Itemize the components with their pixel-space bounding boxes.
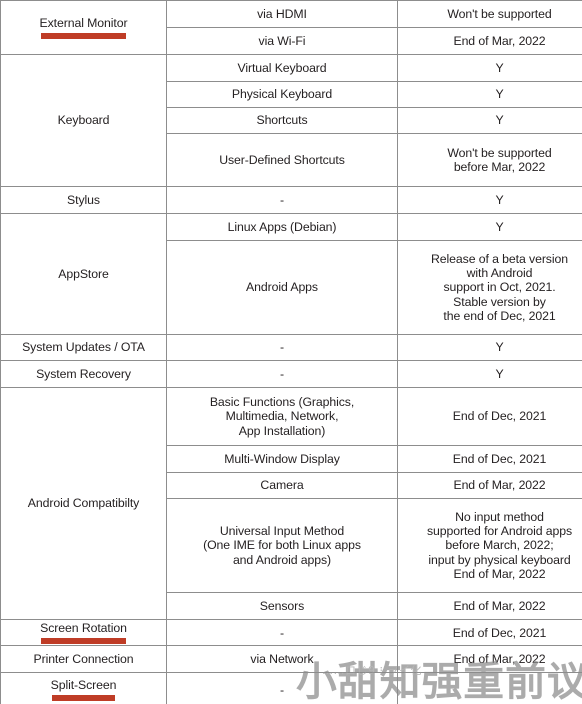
status-cell: End of Mar, 2022 — [397, 27, 582, 55]
sub-feature-cell: User-Defined Shortcuts — [166, 133, 398, 187]
table-row: External Monitor via HDMI Won't be support… — [0, 0, 582, 55]
highlight-underline — [41, 638, 126, 645]
feature-label-wrap: AppStore — [56, 267, 110, 281]
sub-feature-cell: - — [166, 186, 398, 214]
sub-feature-cell: via HDMI — [166, 0, 398, 28]
status-cell: Y — [397, 213, 582, 241]
table-row: System Updates / OTA - Y — [0, 334, 582, 361]
status-cell: No input method supported for Android app… — [397, 498, 582, 593]
table-row: Keyboard Virtual Keyboard Y — [0, 54, 582, 187]
status-cell: End of Mar, 2022 — [397, 645, 582, 674]
sub-feature-cell: Physical Keyboard — [166, 81, 398, 108]
status-cell: Y — [397, 334, 582, 361]
table-row: Stylus - Y — [0, 186, 582, 214]
feature-label-wrap: System Recovery — [34, 367, 133, 381]
feature-label: Keyboard — [57, 113, 110, 128]
sub-feature-cell: Sensors — [166, 592, 398, 620]
sub-feature-cell: Android Apps — [166, 240, 398, 335]
feature-cell: Android Compatibilty — [0, 387, 167, 620]
feature-label: Printer Connection — [33, 652, 134, 667]
table-row: AppStore Linux Apps (Debian) Y — [0, 213, 582, 335]
feature-cell: System Recovery — [0, 360, 167, 388]
feature-cell: System Updates / OTA — [0, 334, 167, 361]
sub-feature-cell: Linux Apps (Debian) — [166, 213, 398, 241]
sub-feature-cell: Basic Functions (Graphics, Multimedia, Ne… — [166, 387, 398, 446]
sub-feature-cell: - — [166, 334, 398, 361]
sub-feature-cell: - — [166, 618, 398, 647]
status-cell: End of Dec, 2021 — [397, 387, 582, 446]
feature-label: Stylus — [67, 192, 100, 207]
status-cell: Y — [397, 186, 582, 214]
status-cell: Y — [397, 54, 582, 82]
status-cell: End of Mar, 2022 — [397, 472, 582, 499]
feature-label: Split-Screen — [50, 678, 117, 693]
feature-cell: AppStore — [0, 213, 167, 335]
table-row: System Recovery - Y — [0, 360, 582, 388]
table-body: External Monitor via HDMI Won't be support… — [0, 0, 582, 704]
feature-cell: Stylus — [0, 186, 167, 214]
feature-label-wrap: Stylus — [65, 193, 102, 207]
feature-label: AppStore — [58, 266, 109, 281]
table-row: Printer Connection via Network End of Mar,… — [0, 645, 582, 674]
feature-cell: Split-Screen — [0, 672, 167, 704]
sub-feature-cell: Camera — [166, 472, 398, 499]
feature-label-wrap: Split-Screen — [49, 678, 119, 702]
status-cell — [397, 672, 582, 704]
feature-label-wrap: External Monitor — [38, 15, 130, 40]
feature-cell: External Monitor — [0, 0, 167, 55]
feature-label: External Monitor — [39, 15, 128, 30]
sub-feature-cell: Shortcuts — [166, 107, 398, 134]
sub-feature-cell: Virtual Keyboard — [166, 54, 398, 82]
sub-feature-cell: via Network — [166, 645, 398, 674]
table-sheet: External Monitor via HDMI Won't be support… — [0, 0, 582, 704]
status-cell: Won't be supported — [397, 0, 582, 28]
table-row: Split-Screen - — [0, 672, 582, 704]
sub-feature-cell: Universal Input Method (One IME for both … — [166, 498, 398, 593]
feature-label: Android Compatibilty — [27, 496, 140, 511]
table-row: Screen Rotation - End of Dec, 2021 — [0, 618, 582, 647]
sub-feature-cell: - — [166, 672, 398, 704]
feature-support-table: External Monitor via HDMI Won't be support… — [0, 0, 582, 704]
feature-label: System Recovery — [36, 366, 131, 381]
table-row: Android Compatibilty Basic Functions (Gra… — [0, 387, 582, 620]
feature-label-wrap: Keyboard — [56, 113, 112, 127]
feature-label-wrap: Android Compatibilty — [26, 496, 141, 510]
status-cell: Y — [397, 107, 582, 134]
feature-label: Screen Rotation — [40, 621, 127, 635]
status-cell: End of Mar, 2022 — [397, 592, 582, 620]
status-cell: Release of a beta version with Android sup… — [397, 240, 582, 335]
feature-cell: Printer Connection — [0, 645, 167, 674]
feature-label-wrap: Screen Rotation — [38, 621, 129, 645]
highlight-underline — [40, 33, 127, 40]
status-cell: Won't be supported before Mar, 2022 — [397, 133, 582, 187]
feature-label-wrap: Printer Connection — [31, 652, 135, 666]
feature-label: System Updates / OTA — [22, 340, 145, 355]
feature-cell: Screen Rotation — [0, 618, 167, 647]
feature-cell: Keyboard — [0, 54, 167, 187]
sub-feature-cell: Multi-Window Display — [166, 445, 398, 473]
highlight-underline — [51, 695, 116, 702]
sub-feature-cell: via Wi-Fi — [166, 27, 398, 55]
status-cell: End of Dec, 2021 — [397, 445, 582, 473]
sub-feature-cell: - — [166, 360, 398, 388]
status-cell: Y — [397, 81, 582, 108]
feature-label-wrap: System Updates / OTA — [20, 340, 147, 354]
status-cell: End of Dec, 2021 — [397, 618, 582, 647]
status-cell: Y — [397, 360, 582, 388]
